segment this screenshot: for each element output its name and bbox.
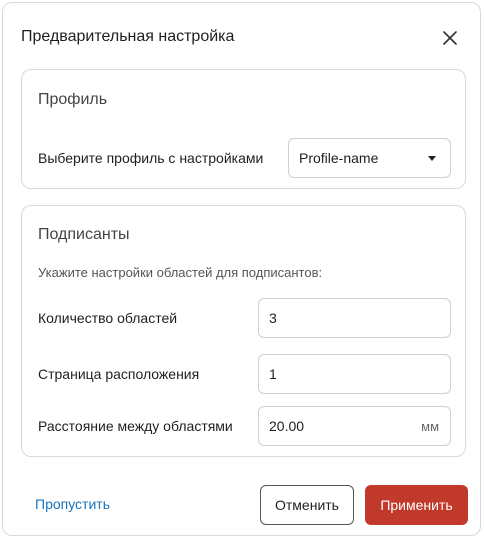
profile-section: Профиль Выберите профиль с настройками P…: [21, 69, 466, 189]
areas-count-input[interactable]: 3: [258, 298, 451, 338]
preset-dialog: Предварительная настройка Профиль Выбери…: [2, 2, 481, 536]
distance-unit: мм: [421, 418, 439, 434]
skip-link[interactable]: Пропустить: [35, 496, 110, 512]
profile-selected-value: Profile-name: [299, 150, 379, 166]
profile-select[interactable]: Profile-name: [288, 138, 451, 178]
distance-input[interactable]: 20.00 мм: [258, 406, 451, 446]
close-icon: [443, 31, 457, 45]
profile-label: Выберите профиль с настройками: [38, 150, 264, 166]
profile-heading: Профиль: [38, 91, 108, 108]
dialog-title: Предварительная настройка: [21, 28, 235, 45]
areas-count-value: 3: [269, 310, 277, 326]
distance-value: 20.00: [269, 418, 305, 434]
page-input[interactable]: 1: [258, 354, 451, 394]
apply-button[interactable]: Применить: [365, 485, 468, 525]
areas-count-label: Количество областей: [38, 310, 178, 326]
signers-hint: Укажите настройки областей для подписант…: [38, 265, 323, 280]
signers-section: Подписанты Укажите настройки областей дл…: [21, 205, 466, 457]
page-label: Страница расположения: [38, 366, 200, 382]
page-value: 1: [269, 366, 277, 382]
distance-label: Расстояние между областями: [38, 418, 233, 434]
chevron-down-icon: [428, 155, 436, 161]
cancel-button[interactable]: Отменить: [260, 485, 354, 525]
close-button[interactable]: [439, 27, 461, 49]
signers-heading: Подписанты: [38, 226, 130, 243]
